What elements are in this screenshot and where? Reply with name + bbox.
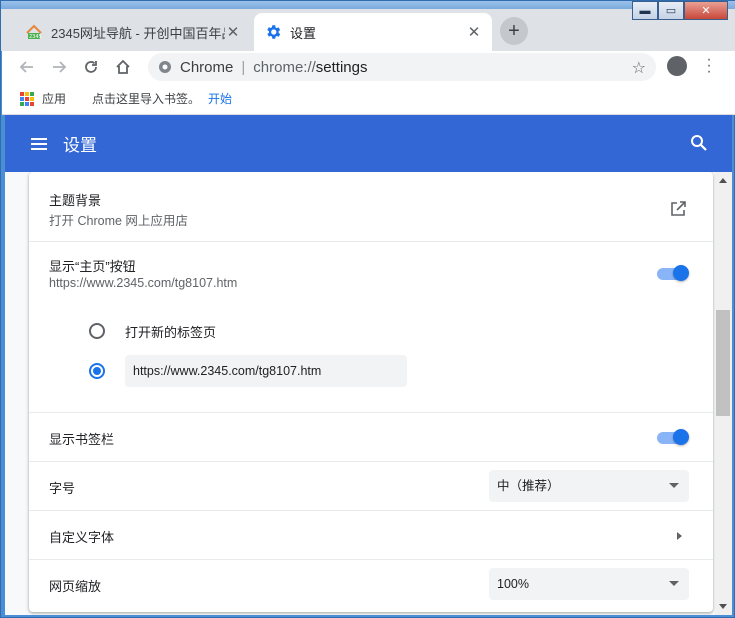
gear-icon	[267, 25, 281, 39]
bookmarks-bar-label: 显示书签栏	[49, 432, 115, 447]
page-zoom-value: 100%	[497, 577, 529, 591]
menu-hamburger-icon[interactable]	[31, 135, 47, 153]
arrow-left-icon	[19, 61, 33, 73]
home-button[interactable]	[110, 54, 136, 80]
theme-sub: 打开 Chrome 网上应用店	[49, 214, 188, 228]
scroll-down-arrow-icon[interactable]	[719, 604, 727, 609]
font-size-value: 中（推荐）	[497, 479, 560, 493]
dropdown-caret-icon	[669, 581, 679, 586]
bookmarks-bar: 应用 点击这里导入书签。 开始	[2, 83, 735, 115]
toolbar: Chrome | chrome://settings ☆	[2, 51, 735, 83]
font-size-label: 字号	[49, 481, 76, 496]
theme-row[interactable]: 主题背景 打开 Chrome 网上应用店	[29, 172, 713, 242]
back-button[interactable]	[14, 54, 40, 80]
home-icon	[116, 59, 130, 74]
svg-text:2345: 2345	[29, 34, 42, 40]
tab-title: 设置	[290, 25, 317, 41]
maximize-button[interactable]: ▭	[658, 1, 684, 20]
profile-avatar-icon[interactable]	[667, 56, 687, 76]
open-external-icon[interactable]	[669, 200, 687, 218]
forward-button[interactable]	[46, 54, 72, 80]
page-title: 设置	[63, 136, 97, 155]
new-tab-option-label: 打开新的标签页	[125, 325, 217, 340]
tab-2345[interactable]: 2345 2345网址导航 - 开创中国百年品 ✕	[15, 13, 251, 51]
custom-url-input[interactable]: https://www.2345.com/tg8107.htm	[125, 355, 407, 387]
font-size-row: 字号 中（推荐）	[29, 461, 713, 511]
home-button-row: 显示“主页”按钮 https://www.2345.com/tg8107.htm…	[29, 241, 713, 413]
toggle-knob	[673, 265, 689, 281]
arrow-right-icon	[53, 61, 67, 73]
appearance-card: 主题背景 打开 Chrome 网上应用店 显示“主页”按钮 https://ww…	[29, 172, 713, 612]
toggle-knob	[673, 429, 689, 445]
tab-close-icon[interactable]: ✕	[225, 23, 241, 41]
search-icon[interactable]	[690, 134, 708, 152]
address-bar[interactable]: Chrome | chrome://settings ☆	[148, 53, 656, 81]
home-button-url: https://www.2345.com/tg8107.htm	[49, 276, 238, 290]
page-zoom-select[interactable]: 100%	[489, 568, 689, 600]
apps-grid-icon[interactable]	[20, 91, 34, 106]
omnibox-separator: |	[241, 58, 246, 76]
settings-content: 主题背景 打开 Chrome 网上应用店 显示“主页”按钮 https://ww…	[5, 172, 715, 615]
bookmark-star-icon[interactable]: ☆	[632, 58, 646, 78]
radio-custom-url[interactable]	[89, 363, 105, 379]
close-window-button[interactable]: ✕	[684, 1, 728, 20]
chevron-right-icon	[677, 532, 682, 540]
window-frame	[1, 1, 735, 9]
custom-fonts-row[interactable]: 自定义字体	[29, 510, 713, 560]
page-zoom-label: 网页缩放	[49, 579, 102, 594]
url-path: settings	[315, 58, 368, 76]
browser-window: 2345 2345网址导航 - 开创中国百年品 ✕ 设置 ✕ + ▬ ▭ ✕ C…	[0, 0, 735, 618]
scroll-thumb[interactable]	[716, 310, 730, 416]
bookmarks-bar-row: 显示书签栏	[29, 412, 713, 462]
reload-icon	[85, 61, 97, 73]
more-menu-icon[interactable]: · · ·	[705, 52, 713, 80]
settings-header: 设置	[5, 115, 732, 172]
custom-fonts-label: 自定义字体	[49, 530, 115, 545]
new-tab-button[interactable]: +	[500, 17, 528, 45]
scrollbar[interactable]	[715, 172, 732, 615]
site-label: Chrome	[180, 58, 234, 76]
tab-settings[interactable]: 设置 ✕	[254, 13, 492, 51]
tab-title: 2345网址导航 - 开创中国百年品	[51, 25, 225, 41]
url-scheme: chrome://	[253, 58, 316, 76]
radio-new-tab[interactable]	[89, 323, 105, 339]
bookmark-start-link[interactable]: 开始	[208, 90, 232, 107]
dropdown-caret-icon	[669, 483, 679, 488]
home-button-label: 显示“主页”按钮	[49, 259, 136, 274]
bookmark-import-text: 点击这里导入书签。	[92, 92, 201, 106]
tab-close-icon[interactable]: ✕	[466, 23, 482, 41]
scroll-up-arrow-icon[interactable]	[719, 178, 727, 183]
bookmark-apps[interactable]: 应用	[42, 90, 66, 107]
chrome-icon	[159, 61, 171, 73]
reload-button[interactable]	[78, 54, 104, 80]
home-button-toggle[interactable]	[657, 265, 689, 281]
bookmarks-bar-toggle[interactable]	[657, 429, 689, 445]
theme-label: 主题背景	[49, 193, 102, 208]
minimize-button[interactable]: ▬	[632, 1, 658, 20]
2345-logo-icon: 2345	[26, 24, 42, 40]
page-zoom-row: 网页缩放 100%	[29, 559, 713, 612]
font-size-select[interactable]: 中（推荐）	[489, 470, 689, 502]
window-controls: ▬ ▭ ✕	[632, 1, 728, 21]
